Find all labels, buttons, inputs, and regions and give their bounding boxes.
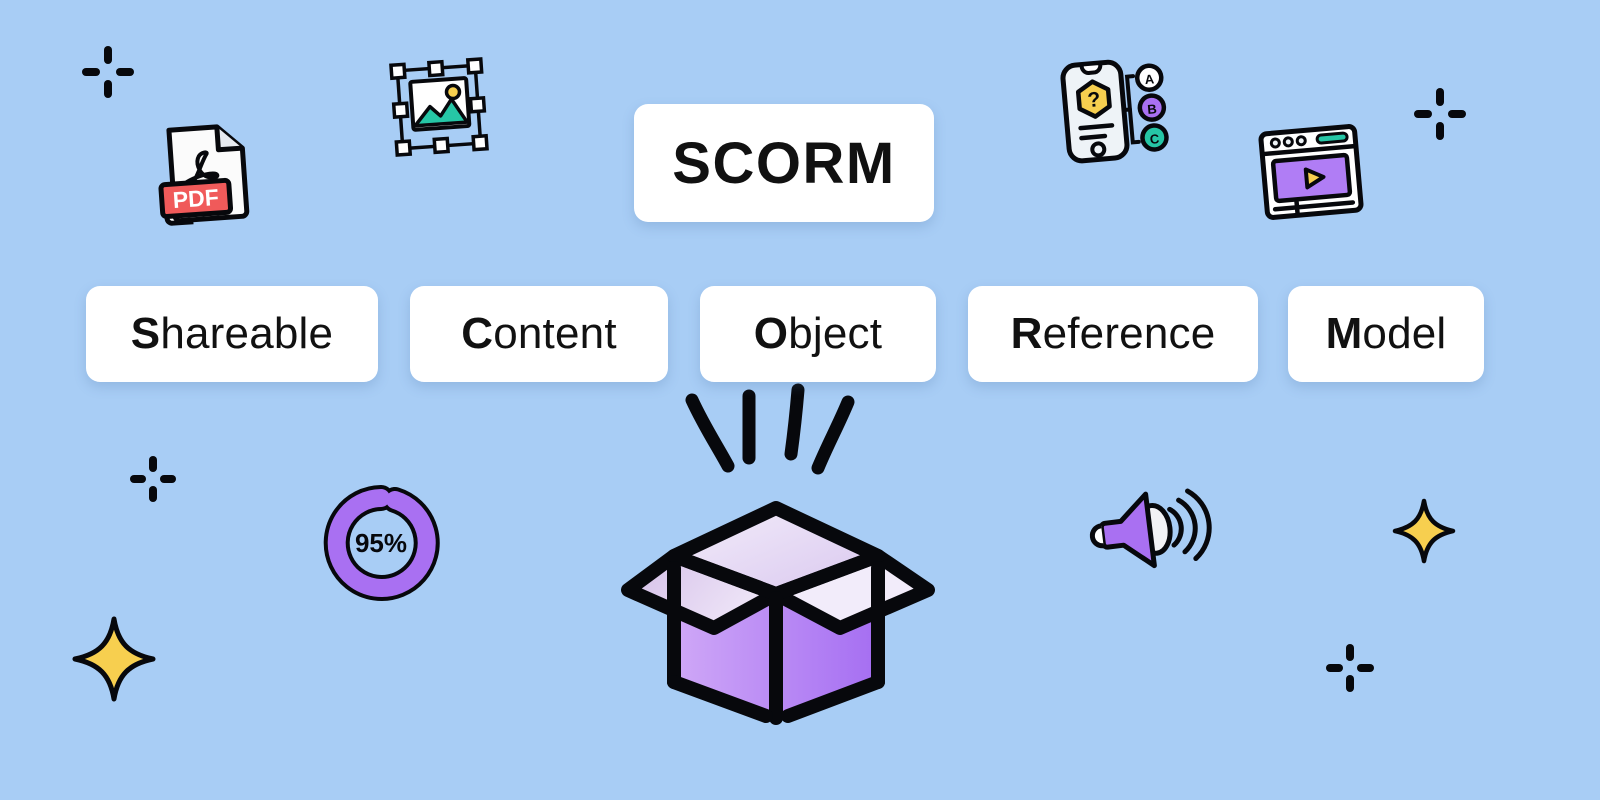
acronym-word-reference: Reference [1011,309,1216,359]
question-mark-label: ? [1087,88,1102,112]
acronym-capital-m: M [1325,309,1363,358]
acronym-card-content: Content [410,286,668,382]
acronym-rest-content: ontent [493,309,617,358]
acronym-card-model: Model [1288,286,1484,382]
acronym-word-shareable: Shareable [131,309,333,359]
acronym-card-reference: Reference [968,286,1258,382]
quiz-phone-icon: ? A B C [1058,56,1169,166]
scorm-title-card: SCORM [634,104,934,222]
speaker-audio-icon [1089,484,1212,576]
plus-sparkle-icon [82,46,134,98]
acronym-rest-object: bject [788,309,883,358]
acronym-word-model: Model [1326,309,1447,359]
acronym-card-object: Object [700,286,936,382]
video-player-icon [1258,124,1364,220]
acronym-capital-s: S [130,309,161,358]
sparkle-star-icon [72,616,156,702]
acronym-capital-c: C [461,309,494,358]
plus-sparkle-icon [130,456,176,502]
acronym-word-object: Object [754,309,882,359]
acronym-card-shareable: Shareable [86,286,378,382]
acronym-rest-reference: eference [1042,309,1216,358]
progress-value-label: 95% [355,528,407,558]
acronym-rest-model: odel [1362,309,1447,358]
pdf-document-icon: PDF [146,118,258,228]
plus-sparkle-icon [1414,88,1466,140]
burst-lines [685,383,855,475]
plus-sparkle-icon [1326,644,1374,692]
acronym-capital-o: O [753,309,789,358]
sparkle-star-icon [1392,498,1456,564]
acronym-capital-r: R [1010,309,1043,358]
acronym-word-content: Content [461,309,617,359]
page-title: SCORM [672,130,896,196]
open-box-illustration [616,382,984,732]
acronym-rest-shareable: hareable [160,309,334,358]
progress-ring-icon: 95% [322,484,440,602]
image-selection-icon [388,56,490,158]
infographic-canvas: PDF ? A B C 95% SCORM Shareable Content … [0,0,1600,800]
quiz-option-b-label: B [1147,101,1158,117]
pdf-badge-label: PDF [172,184,220,213]
